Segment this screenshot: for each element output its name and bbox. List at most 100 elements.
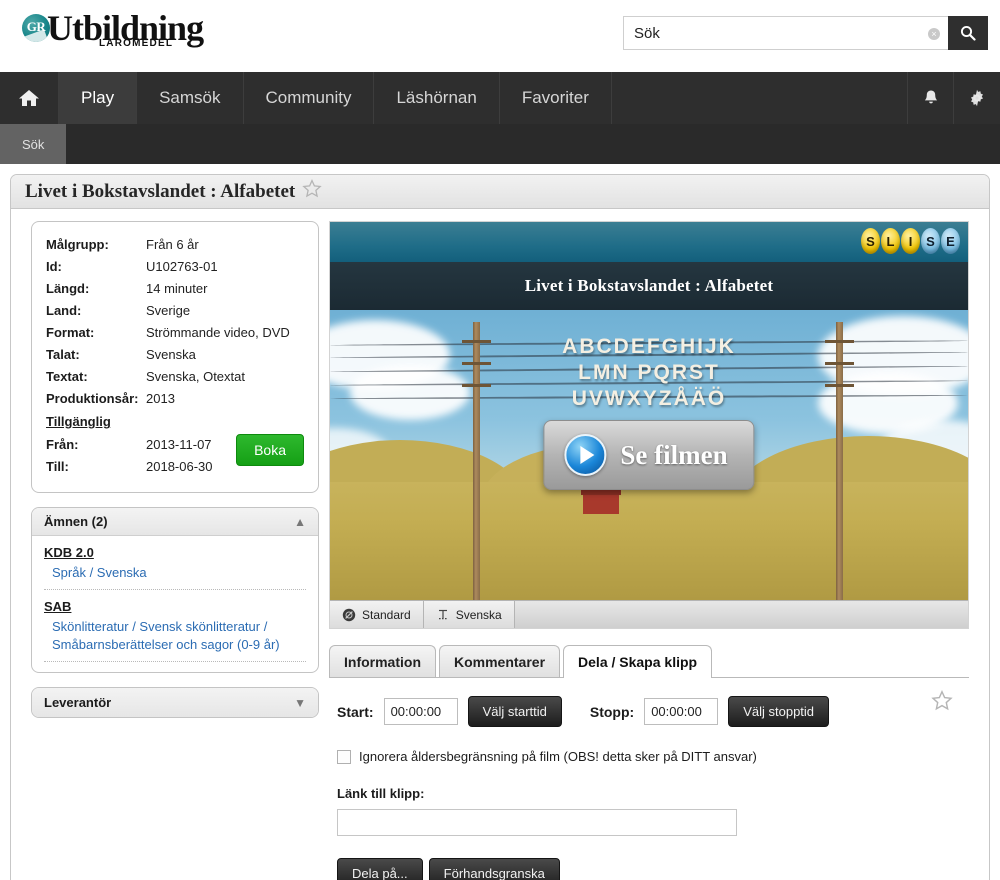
nav-item-lashornan[interactable]: Läshörnan xyxy=(374,72,500,124)
left-column: Målgrupp: Från 6 år Id: U102763-01 Längd… xyxy=(31,221,319,880)
video-player: S L I S E Livet i Bokstavslandet : Alfab… xyxy=(329,221,969,629)
quality-selector[interactable]: Standard xyxy=(330,601,424,628)
chevron-up-icon[interactable]: ▲ xyxy=(294,515,306,529)
subnav-item-sok[interactable]: Sök xyxy=(0,124,67,164)
meta-label: Land: xyxy=(46,303,82,318)
subject-group: KDB 2.0 Språk / Svenska xyxy=(44,542,306,590)
meta-value: 2018-06-30 xyxy=(146,459,213,474)
subtitles-icon xyxy=(438,609,447,619)
meta-value: Från 6 år xyxy=(146,237,199,252)
sli-letter: S xyxy=(861,228,880,254)
boka-button[interactable]: Boka xyxy=(236,434,304,466)
player-brand-bar: S L I S E xyxy=(330,222,968,262)
chevron-down-icon[interactable]: ▼ xyxy=(294,696,306,710)
subjects-panel-title: Ämnen (2) xyxy=(44,514,108,529)
meta-row: Längd: 14 minuter xyxy=(46,278,304,300)
meta-label: Från: xyxy=(46,437,79,452)
share-on-button[interactable]: Dela på... xyxy=(337,858,423,880)
gear-icon xyxy=(971,89,983,107)
nav-item-samsok[interactable]: Samsök xyxy=(137,72,244,124)
supplier-panel: Leverantör ▼ xyxy=(31,687,319,718)
meta-value: 2013-11-07 xyxy=(146,437,212,452)
subjects-panel: Ämnen (2) ▲ KDB 2.0 Språk / Svenska SAB … xyxy=(31,507,319,673)
search-box: × xyxy=(623,16,988,50)
start-time-input[interactable] xyxy=(383,698,458,725)
subject-link[interactable]: Skönlitteratur / Svensk skönlitteratur /… xyxy=(44,618,306,657)
quality-disc-icon xyxy=(342,608,356,621)
alphabet-overlay: ABCDEFGHIJK LMN PQRST UVWXYZÅÄÖ xyxy=(330,334,968,412)
meta-label: Målgrupp: xyxy=(46,237,109,252)
supplier-panel-header[interactable]: Leverantör ▼ xyxy=(32,688,318,717)
settings-button[interactable] xyxy=(954,72,1000,124)
search-input[interactable] xyxy=(624,18,948,48)
alphabet-line: LMN PQRST xyxy=(578,361,720,384)
meta-label: Textat: xyxy=(46,369,88,384)
notifications-button[interactable] xyxy=(908,72,954,124)
nav-home[interactable] xyxy=(0,72,59,124)
play-circle-icon xyxy=(564,434,607,476)
sub-navigation: Sök xyxy=(0,124,1000,164)
meta-value: 14 minuter xyxy=(146,281,208,296)
clear-circle-icon[interactable]: × xyxy=(928,28,940,40)
home-icon xyxy=(19,90,39,106)
subject-group-title: SAB xyxy=(44,599,72,614)
age-restriction-row: Ignorera åldersbegränsning på film (OBS!… xyxy=(337,749,961,764)
clip-favorite-star-icon[interactable] xyxy=(931,690,953,717)
stop-time-input[interactable] xyxy=(644,698,719,725)
clip-link-input[interactable] xyxy=(337,809,737,836)
meta-value: Svenska xyxy=(146,347,196,362)
start-time-label: Start: xyxy=(337,703,374,720)
subtitle-selector[interactable]: Svenska xyxy=(423,601,515,628)
bell-icon xyxy=(924,90,937,103)
video-thumbnail[interactable]: ABCDEFGHIJK LMN PQRST UVWXYZÅÄÖ Se filme… xyxy=(330,310,968,600)
supplier-panel-title: Leverantör xyxy=(44,695,112,710)
play-film-button[interactable]: Se filmen xyxy=(543,420,755,490)
meta-label: Produktionsår: xyxy=(46,391,139,406)
site-header: Utbildning LAROMEDEL × xyxy=(0,0,1000,72)
site-logo[interactable]: Utbildning LAROMEDEL xyxy=(22,8,204,49)
pick-start-time-button[interactable]: Välj starttid xyxy=(467,696,562,727)
player-bottom-bar: Standard Svenska xyxy=(330,600,968,628)
meta-row: Land: Sverige xyxy=(46,300,304,322)
stop-time-label: Stopp: xyxy=(589,703,635,720)
pick-stop-time-button[interactable]: Välj stopptid xyxy=(728,696,830,727)
clip-link-label: Länk till klipp: xyxy=(337,786,425,801)
play-film-label: Se filmen xyxy=(620,439,728,470)
preview-button[interactable]: Förhandsgranska xyxy=(428,858,560,880)
sli-letter: S xyxy=(921,228,940,254)
meta-row: Textat: Svenska, Otextat xyxy=(46,366,304,388)
alphabet-line: UVWXYZÅÄÖ xyxy=(571,387,727,410)
tab-kommentarer[interactable]: Kommentarer xyxy=(439,645,561,677)
tab-bar: Information Kommentarer Dela / Skapa kli… xyxy=(329,645,969,678)
share-clip-panel: Start: Välj starttid Stopp: Välj stoppti… xyxy=(329,678,969,880)
meta-value: Strömmande video, DVD xyxy=(146,325,290,340)
subject-group: SAB Skönlitteratur / Svensk skönlitterat… xyxy=(44,596,306,662)
ignore-age-restriction-checkbox[interactable] xyxy=(337,749,351,764)
tab-dela-skapa-klipp[interactable]: Dela / Skapa klipp xyxy=(563,645,713,678)
subjects-panel-header[interactable]: Ämnen (2) ▲ xyxy=(32,508,318,536)
share-buttons-row: Dela på... Förhandsgranska xyxy=(337,858,961,880)
player-title: Livet i Bokstavslandet : Alfabetet xyxy=(330,262,968,310)
meta-row: Produktionsår: 2013 xyxy=(46,388,304,410)
meta-row: Id: U102763-01 xyxy=(46,256,304,278)
sli-letter: E xyxy=(941,228,960,254)
tab-information[interactable]: Information xyxy=(329,645,436,677)
nav-item-play[interactable]: Play xyxy=(59,72,138,124)
wheat-field xyxy=(330,482,968,600)
quality-label: Standard xyxy=(362,607,411,622)
logo-sub-text: LAROMEDEL xyxy=(99,38,174,49)
right-column: S L I S E Livet i Bokstavslandet : Alfab… xyxy=(329,221,979,880)
main-navigation: Play Samsök Community Läshörnan Favorite… xyxy=(0,72,1000,124)
favorite-star-icon[interactable] xyxy=(302,179,322,204)
nav-item-favoriter[interactable]: Favoriter xyxy=(500,72,612,124)
sli-letter: I xyxy=(901,228,920,254)
nav-item-community[interactable]: Community xyxy=(244,72,375,124)
subject-group-title: KDB 2.0 xyxy=(44,545,94,560)
search-submit-button[interactable] xyxy=(948,16,988,50)
meta-label: Till: xyxy=(46,459,69,474)
alphabet-line: ABCDEFGHIJK xyxy=(562,335,736,358)
content-panel: Livet i Bokstavslandet : Alfabetet Målgr… xyxy=(10,174,990,880)
meta-value: U102763-01 xyxy=(146,259,218,274)
gr-badge-icon xyxy=(22,14,50,42)
subject-link[interactable]: Språk / Svenska xyxy=(44,564,306,585)
